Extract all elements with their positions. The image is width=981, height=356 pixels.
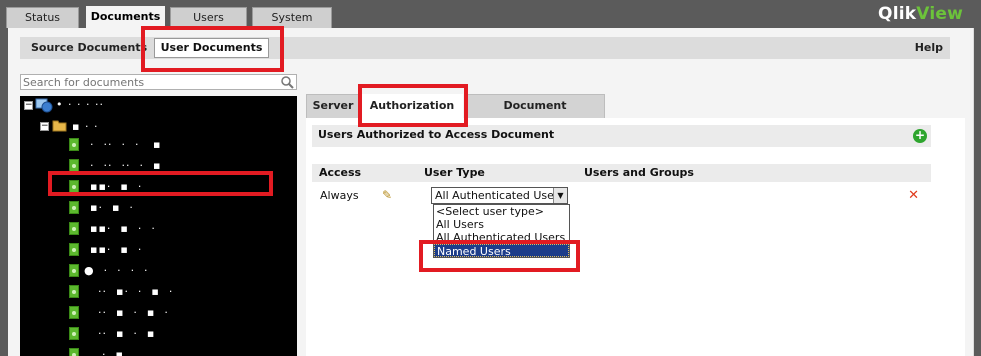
- tree-item[interactable]: ·· ▪· · ▪ ·: [98, 285, 173, 298]
- tree-item[interactable]: · ·· · · ▪: [90, 138, 161, 151]
- server-globe-icon: [35, 98, 53, 113]
- tab-server[interactable]: Server: [306, 94, 360, 118]
- document-icon: [69, 222, 79, 235]
- edit-pencil-icon[interactable]: ✎: [382, 188, 392, 202]
- user-type-dropdown: <Select user type> All Users All Authent…: [433, 204, 570, 258]
- table-row: Always ✎ All Authenticated Users ▼ ✕: [312, 186, 931, 210]
- folder-open-icon: [52, 120, 67, 132]
- option-select-user-type[interactable]: <Select user type>: [434, 205, 569, 218]
- document-icon: [69, 180, 79, 193]
- document-search-box: [20, 74, 297, 90]
- tab-system[interactable]: System: [252, 7, 332, 28]
- tree-root-label[interactable]: • · · · ··: [56, 98, 104, 111]
- tree-item-selected[interactable]: ▪▪· ▪ ·: [90, 180, 142, 193]
- qlikview-management-console: Status Documents Users System QlikView S…: [0, 0, 981, 356]
- document-icon: [69, 138, 79, 151]
- qlikview-logo: QlikView: [878, 4, 963, 24]
- chevron-down-icon[interactable]: ▼: [553, 188, 567, 203]
- selected-user-type: All Authenticated Users: [435, 189, 565, 202]
- main-content: Source Documents User Documents Help − •…: [8, 28, 974, 356]
- document-icon: [69, 327, 79, 340]
- tab-authorization[interactable]: Authorization: [361, 94, 463, 119]
- access-value: Always: [320, 189, 359, 202]
- help-link[interactable]: Help: [915, 41, 943, 54]
- user-documents-button[interactable]: User Documents: [154, 38, 269, 58]
- document-icon: [69, 285, 79, 298]
- user-type-select[interactable]: All Authenticated Users ▼: [431, 187, 568, 204]
- document-icon: [69, 264, 79, 277]
- source-documents-link[interactable]: Source Documents: [31, 41, 147, 54]
- tree-item[interactable]: ▪▪· ▪ · ·: [90, 222, 156, 235]
- tree-item[interactable]: · ▪: [102, 348, 124, 356]
- tree-item[interactable]: ▪· ▪ ·: [90, 201, 134, 214]
- delete-icon[interactable]: ✕: [908, 188, 919, 203]
- tree-item[interactable]: · ·· ·· · ▪: [90, 159, 161, 172]
- option-named-users[interactable]: Named Users: [434, 244, 569, 257]
- add-icon[interactable]: +: [913, 129, 927, 143]
- tree-item[interactable]: ·· ▪ · ▪ ·: [98, 306, 169, 319]
- document-icon: [69, 348, 79, 356]
- document-icon: [69, 243, 79, 256]
- tree-folder-label[interactable]: ▪ · ·: [72, 120, 98, 133]
- panel-header: Users Authorized to Access Document +: [312, 125, 931, 147]
- option-all-users[interactable]: All Users: [434, 218, 569, 231]
- tab-document-information[interactable]: Document Information: [465, 94, 605, 134]
- column-user-type: User Type: [424, 166, 485, 179]
- column-access: Access: [319, 166, 362, 179]
- sub-navigation: Source Documents User Documents Help: [20, 37, 950, 59]
- collapse-root-icon[interactable]: −: [24, 101, 33, 110]
- column-users-and-groups: Users and Groups: [584, 166, 694, 179]
- panel-title: Users Authorized to Access Document: [318, 128, 555, 141]
- collapse-folder-icon[interactable]: −: [40, 122, 49, 131]
- document-icon: [69, 201, 79, 214]
- document-tree: − • · · · ·· − ▪ · · · ·· · · ▪ · ·· ·· …: [20, 96, 297, 356]
- tree-item[interactable]: ▪▪· ▪ ·: [90, 243, 142, 256]
- search-icon[interactable]: [280, 75, 294, 89]
- table-header: Access User Type Users and Groups: [312, 164, 931, 182]
- tab-documents[interactable]: Documents: [86, 6, 165, 28]
- search-input[interactable]: [21, 75, 276, 89]
- tree-item[interactable]: ● · · · ·: [84, 264, 149, 277]
- document-icon: [69, 159, 79, 172]
- tree-item[interactable]: ·· ▪ · ▪: [98, 327, 155, 340]
- document-icon: [69, 306, 79, 319]
- tab-users[interactable]: Users: [170, 7, 247, 28]
- authorization-panel: Users Authorized to Access Document + Ac…: [306, 118, 965, 356]
- option-all-authenticated-users[interactable]: All Authenticated Users: [434, 231, 569, 244]
- tab-status[interactable]: Status: [6, 7, 79, 28]
